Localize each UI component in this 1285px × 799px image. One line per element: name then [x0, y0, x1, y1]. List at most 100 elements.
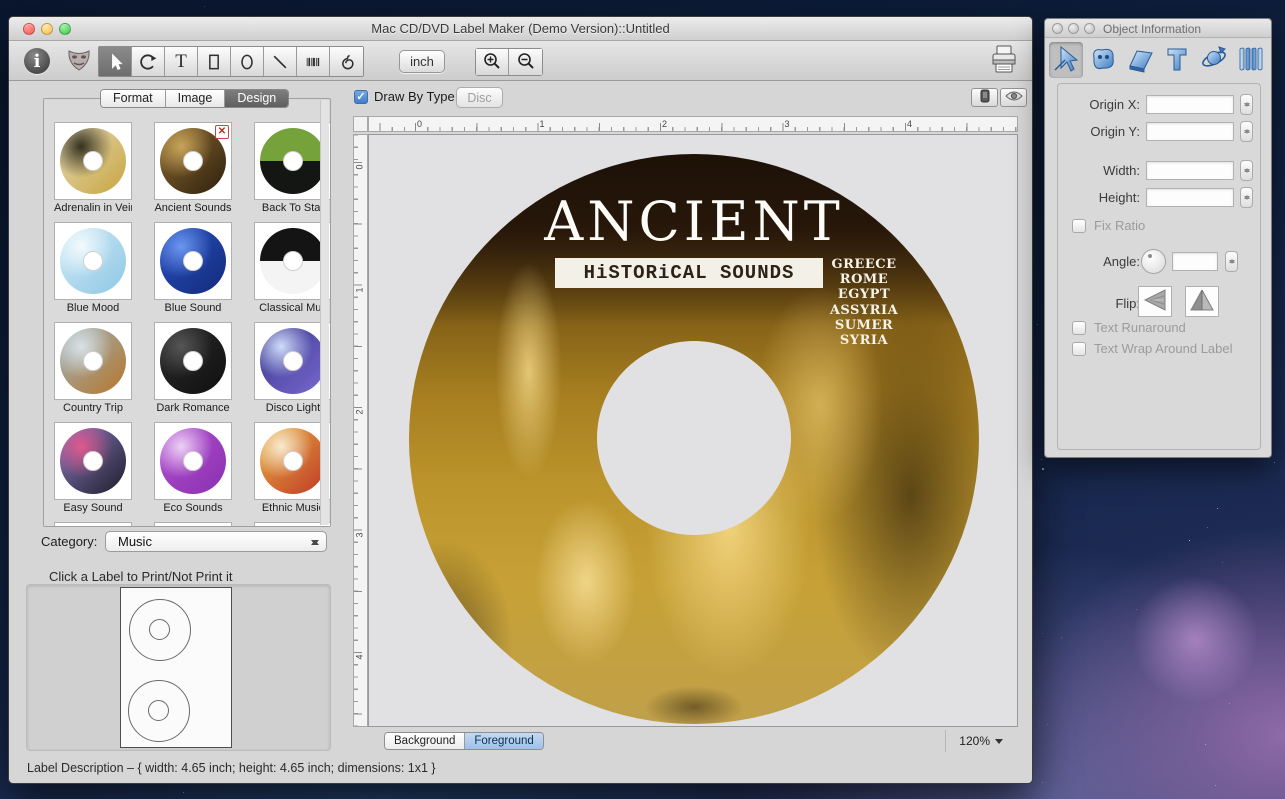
text-tool[interactable]: T — [165, 47, 198, 76]
template-item[interactable]: Dark Romance — [154, 322, 232, 414]
layer-tab-foreground[interactable]: Foreground — [465, 733, 542, 749]
template-thumbnail[interactable] — [54, 422, 132, 500]
template-thumbnail[interactable] — [54, 322, 132, 400]
template-scrollbar[interactable] — [320, 100, 329, 525]
select-3d-icon — [1051, 44, 1081, 77]
template-thumbnail[interactable] — [54, 222, 132, 300]
text-runaround-control[interactable]: Text Runaround — [1072, 320, 1186, 335]
category-label: Category: — [41, 534, 97, 549]
template-item[interactable]: Adrenalin in Veins — [54, 122, 132, 214]
template-item[interactable]: Blue Mood — [54, 222, 132, 314]
zoom-in-button[interactable] — [476, 49, 509, 75]
print-button[interactable] — [984, 44, 1024, 78]
gyro-3d-button[interactable] — [1197, 42, 1231, 78]
label-description: Label Description – { width: 4.65 inch; … — [27, 761, 436, 775]
rotate-tool[interactable] — [132, 47, 165, 76]
text-wrap-checkbox[interactable] — [1072, 342, 1086, 356]
template-disc-hole — [283, 151, 303, 171]
width-stepper[interactable] — [1240, 160, 1253, 181]
line-icon — [270, 52, 290, 72]
h-ruler-number: 0 — [417, 119, 422, 129]
text-runaround-checkbox[interactable] — [1072, 321, 1086, 335]
template-disc-art — [60, 328, 126, 394]
label-slot-bottom[interactable] — [128, 680, 190, 742]
layer-tabs: BackgroundForeground — [384, 732, 544, 750]
template-item-partial[interactable] — [154, 522, 232, 527]
template-thumbnail[interactable] — [54, 122, 132, 200]
width-row: Width: — [1058, 161, 1260, 181]
select-tool[interactable] — [99, 47, 132, 76]
disc-subtitle-box[interactable]: HiSTORiCAL SOUNDS — [555, 258, 823, 288]
template-grid: Adrenalin in Veins✕Ancient SoundsBack To… — [44, 99, 320, 526]
window-title: Mac CD/DVD Label Maker (Demo Version)::U… — [9, 21, 1032, 36]
template-item-partial[interactable] — [54, 522, 132, 527]
angle-stepper[interactable] — [1225, 251, 1238, 272]
palette-close-button[interactable] — [1052, 23, 1063, 34]
h-ruler-number: 3 — [785, 119, 790, 129]
cd-label-artwork[interactable]: ANCIENT HiSTORiCAL SOUNDS GREECEROMEEGYP… — [409, 154, 979, 724]
flip-vertical-button[interactable] — [1185, 286, 1219, 317]
disc-title-text[interactable]: ANCIENT — [409, 194, 979, 251]
preview-eye-button[interactable] — [1000, 88, 1027, 107]
tab-design[interactable]: Design — [225, 90, 288, 107]
angle-input[interactable] — [1172, 252, 1218, 271]
disc-subtitle-text: HiSTORiCAL SOUNDS — [584, 262, 795, 284]
template-item[interactable]: Eco Sounds — [154, 422, 232, 514]
fix-ratio-checkbox[interactable] — [1072, 219, 1086, 233]
height-stepper[interactable] — [1240, 187, 1253, 208]
draw-by-type-control[interactable]: ✓ Draw By Type — [354, 89, 455, 104]
mask-3d-button[interactable] — [1086, 42, 1120, 78]
category-dropdown[interactable]: Music — [105, 531, 327, 552]
flip-horizontal-button[interactable] — [1138, 286, 1172, 317]
spiral-tool[interactable] — [330, 47, 363, 76]
draw-by-type-checkbox[interactable]: ✓ — [354, 90, 368, 104]
canvas-zoom-dropdown[interactable]: 120% — [952, 732, 1004, 750]
text-3d-button[interactable] — [1160, 42, 1194, 78]
template-item[interactable]: Easy Sound — [54, 422, 132, 514]
template-thumbnail[interactable] — [54, 522, 132, 527]
zoom-out-button[interactable] — [509, 49, 542, 75]
text-wrap-label: Text Wrap Around Label — [1094, 341, 1233, 356]
rectangle-tool[interactable] — [198, 47, 231, 76]
label-sheet — [120, 587, 232, 748]
oval-tool[interactable] — [231, 47, 264, 76]
text-wrap-control[interactable]: Text Wrap Around Label — [1072, 341, 1233, 356]
deselect-template-icon[interactable]: ✕ — [215, 125, 229, 139]
origin-x-input[interactable] — [1146, 95, 1234, 114]
template-thumbnail[interactable] — [154, 422, 232, 500]
template-thumbnail[interactable] — [154, 222, 232, 300]
template-item[interactable]: Blue Sound — [154, 222, 232, 314]
palette-zoom-button[interactable] — [1084, 23, 1095, 34]
height-input[interactable] — [1146, 188, 1234, 207]
template-thumbnail[interactable]: ✕ — [154, 122, 232, 200]
tab-image[interactable]: Image — [166, 90, 226, 107]
fix-ratio-control[interactable]: Fix Ratio — [1072, 218, 1145, 233]
label-slot-top[interactable] — [129, 599, 191, 661]
origin-y-stepper[interactable] — [1240, 121, 1253, 142]
template-thumbnail[interactable] — [154, 322, 232, 400]
template-item[interactable]: Country Trip — [54, 322, 132, 414]
angle-dial[interactable] — [1141, 249, 1166, 274]
curtain-3d-button[interactable] — [1234, 42, 1268, 78]
width-input[interactable] — [1146, 161, 1234, 180]
layer-tab-background[interactable]: Background — [385, 733, 465, 749]
line-tool[interactable] — [264, 47, 297, 76]
plane-3d-button[interactable] — [1123, 42, 1157, 78]
template-thumbnail[interactable] — [154, 522, 232, 527]
template-item[interactable]: ✕Ancient Sounds — [154, 122, 232, 214]
palette-minimize-button[interactable] — [1068, 23, 1079, 34]
tab-format[interactable]: Format — [101, 90, 166, 107]
select-3d-button[interactable] — [1049, 42, 1083, 78]
height-label: Height: — [1058, 190, 1140, 205]
label-device-button[interactable] — [971, 88, 998, 107]
print-hint-text: Click a Label to Print/Not Print it — [49, 569, 233, 584]
design-canvas[interactable]: ANCIENT HiSTORiCAL SOUNDS GREECEROMEEGYP… — [368, 134, 1018, 727]
barcode-tool[interactable] — [297, 47, 330, 76]
origin-y-input[interactable] — [1146, 122, 1234, 141]
disc-regions-text[interactable]: GREECEROMEEGYPTASSYRIASUMERSYRIA — [824, 257, 904, 348]
mask-button[interactable] — [63, 45, 95, 77]
disc-button[interactable]: Disc — [456, 87, 503, 108]
info-button[interactable]: i — [21, 45, 53, 77]
unit-button[interactable]: inch — [399, 50, 445, 73]
origin-x-stepper[interactable] — [1240, 94, 1253, 115]
